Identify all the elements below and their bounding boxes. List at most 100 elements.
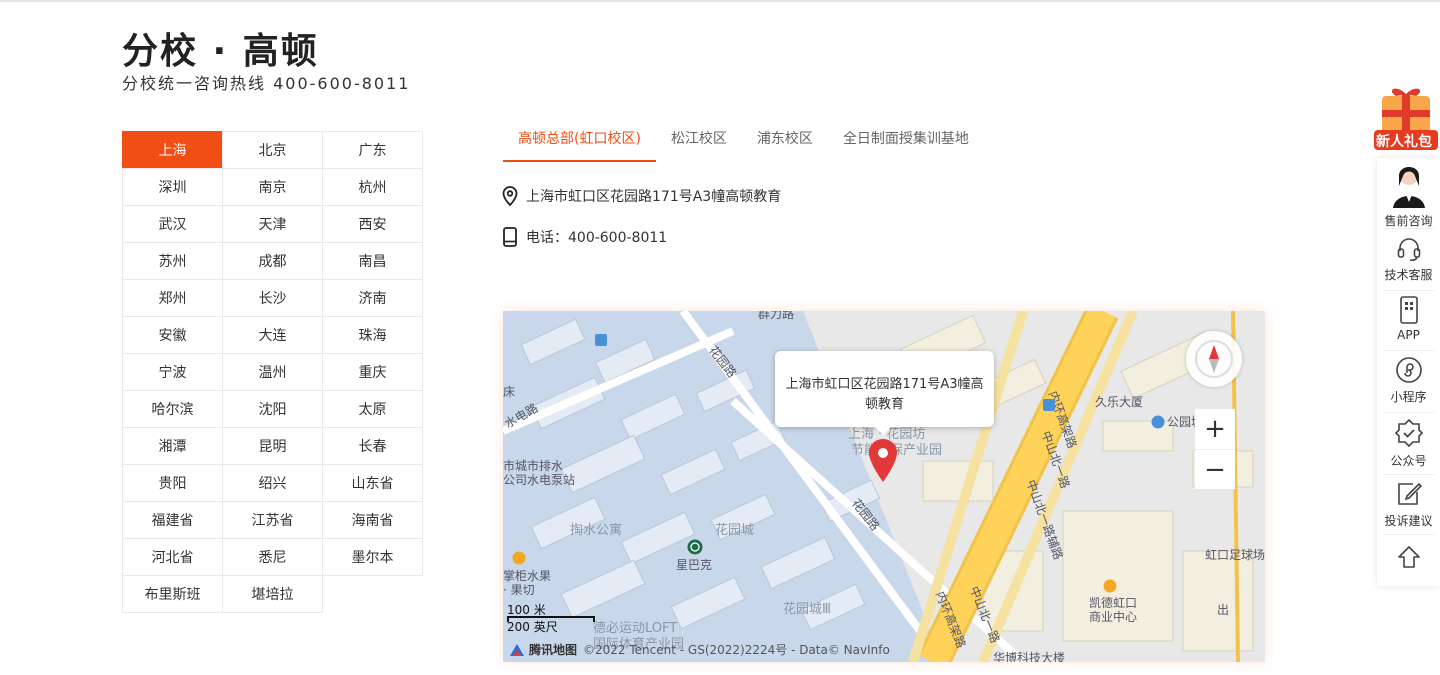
divider (1383, 534, 1434, 535)
city-option[interactable]: 西安 (322, 205, 423, 243)
city-option[interactable]: 宁波 (122, 353, 223, 391)
back-to-top-button[interactable] (1377, 544, 1440, 570)
map-label: 出 (1217, 603, 1230, 617)
city-option[interactable]: 悉尼 (222, 538, 323, 576)
app-icon (1399, 296, 1418, 324)
city-option[interactable]: 南昌 (322, 242, 423, 280)
restaurant-icon (512, 551, 526, 565)
city-option[interactable]: 山东省 (322, 464, 423, 502)
park-icon (1151, 415, 1165, 429)
divider (1383, 474, 1434, 475)
map-label: 华博科技大楼 (993, 651, 1066, 662)
feedback-icon (1397, 482, 1422, 505)
city-option[interactable]: 温州 (222, 353, 323, 391)
city-option[interactable]: 上海 (122, 131, 223, 169)
headset-icon (1397, 238, 1420, 261)
transit-icon (595, 334, 607, 346)
home-up-arrow-icon (1397, 546, 1420, 568)
map-label: 商业中心 (1089, 610, 1138, 624)
zoom-in-button[interactable]: + (1195, 409, 1235, 449)
city-option[interactable]: 珠海 (322, 316, 423, 354)
new-user-gift[interactable]: 新人礼包 (1372, 84, 1440, 154)
city-option[interactable]: 海南省 (322, 501, 423, 539)
mini-program-icon (1395, 357, 1422, 383)
zoom-out-button[interactable]: − (1195, 449, 1235, 489)
map-info-popup: 上海市虹口区花园路171号A3幢高顿教育 (775, 351, 994, 435)
city-option[interactable]: 郑州 (122, 279, 223, 317)
city-option[interactable]: 昆明 (222, 427, 323, 465)
city-option[interactable]: 河北省 (122, 538, 223, 576)
city-option[interactable]: 苏州 (122, 242, 223, 280)
float-item-label: 技术客服 (1384, 268, 1433, 282)
map-label: 久乐大厦 (1095, 395, 1144, 409)
city-option[interactable]: 湘潭 (122, 427, 223, 465)
map-marker-icon[interactable] (867, 438, 899, 484)
city-option[interactable]: 太原 (322, 390, 423, 428)
map-copyright: ©2022 Tencent - GS(2022)2224号 - Data© Na… (583, 643, 890, 657)
city-option[interactable]: 福建省 (122, 501, 223, 539)
map-label: 公司水电泵站 (503, 473, 576, 487)
city-option[interactable]: 大连 (222, 316, 323, 354)
city-option[interactable]: 北京 (222, 131, 323, 169)
mall-icon (1103, 579, 1117, 593)
city-option[interactable]: 长春 (322, 427, 423, 465)
city-option[interactable]: 绍兴 (222, 464, 323, 502)
city-option[interactable]: 布里斯班 (122, 575, 223, 613)
scale-imperial: 200 英尺 (507, 620, 558, 634)
divider (1383, 290, 1434, 291)
phone-icon (503, 227, 517, 247)
presale-consult-button[interactable]: 售前咨询 (1377, 162, 1440, 229)
city-option[interactable]: 江苏省 (222, 501, 323, 539)
divider (1383, 412, 1434, 413)
campus-phone: 电话：400-600-8011 (526, 230, 668, 246)
starbucks-icon (687, 539, 703, 555)
consultant-avatar (1392, 167, 1425, 208)
feedback-button[interactable]: 投诉建议 (1377, 480, 1440, 529)
mini-program-button[interactable]: 小程序 (1377, 356, 1440, 405)
float-item-label: 公众号 (1390, 454, 1427, 468)
phone-row: 电话：400-600-8011 (502, 227, 667, 247)
tencent-map-logo-icon (510, 643, 524, 656)
city-option[interactable]: 重庆 (322, 353, 423, 391)
map-footer: 腾讯地图 ©2022 Tencent - GS(2022)2224号 - Dat… (509, 641, 890, 658)
map-compass[interactable] (1186, 331, 1242, 387)
city-option[interactable]: 堪培拉 (222, 575, 323, 613)
official-account-button[interactable]: 公众号 (1377, 418, 1440, 469)
official-account-icon (1394, 418, 1423, 448)
transit-icon (1043, 399, 1055, 411)
city-option[interactable]: 哈尔滨 (122, 390, 223, 428)
divider (1383, 228, 1434, 229)
city-option[interactable]: 南京 (222, 168, 323, 206)
campus-tab[interactable]: 全日制面授集训基地 (828, 124, 984, 162)
app-button[interactable]: APP (1377, 296, 1440, 342)
city-option[interactable]: 深圳 (122, 168, 223, 206)
campus-map[interactable]: 花园路 花园路 床 水电路 市城市排水 公司水电泵站 掏水公寓 花园城 花园城Ⅲ… (503, 311, 1265, 662)
campus-tab[interactable]: 浦东校区 (742, 124, 828, 162)
city-option[interactable]: 墨尔本 (322, 538, 423, 576)
city-option[interactable]: 济南 (322, 279, 423, 317)
campus-tab[interactable]: 高顿总部(虹口校区) (503, 124, 656, 162)
tech-support-button[interactable]: 技术客服 (1377, 236, 1440, 283)
city-option[interactable]: 天津 (222, 205, 323, 243)
gift-label: 新人礼包 (1376, 134, 1432, 150)
city-option[interactable]: 安徽 (122, 316, 223, 354)
float-sidebar: 售前咨询 技术客服 APP 小程序 公众号 投诉建议 (1377, 158, 1440, 586)
campus-tab[interactable]: 松江校区 (656, 124, 742, 162)
city-option[interactable]: 成都 (222, 242, 323, 280)
city-option[interactable]: 沈阳 (222, 390, 323, 428)
map-scale: 100 米 200 英尺 (507, 601, 595, 635)
map-label: 床 (503, 385, 516, 399)
float-item-label: APP (1397, 328, 1420, 342)
map-label: 群力路 (758, 311, 795, 321)
page-title: 分校 · 高顿 (122, 31, 319, 72)
city-option[interactable]: 杭州 (322, 168, 423, 206)
map-label: 掏水公寓 (570, 523, 623, 538)
city-option[interactable]: 广东 (322, 131, 423, 169)
campus-tabs: 高顿总部(虹口校区) 松江校区 浦东校区 全日制面授集训基地 (503, 124, 984, 162)
hotline-subtitle: 分校统一咨询热线 400-600-8011 (122, 74, 411, 93)
top-divider (0, 0, 1440, 2)
city-option[interactable]: 武汉 (122, 205, 223, 243)
city-option[interactable]: 贵阳 (122, 464, 223, 502)
city-option[interactable]: 长沙 (222, 279, 323, 317)
divider (1383, 350, 1434, 351)
